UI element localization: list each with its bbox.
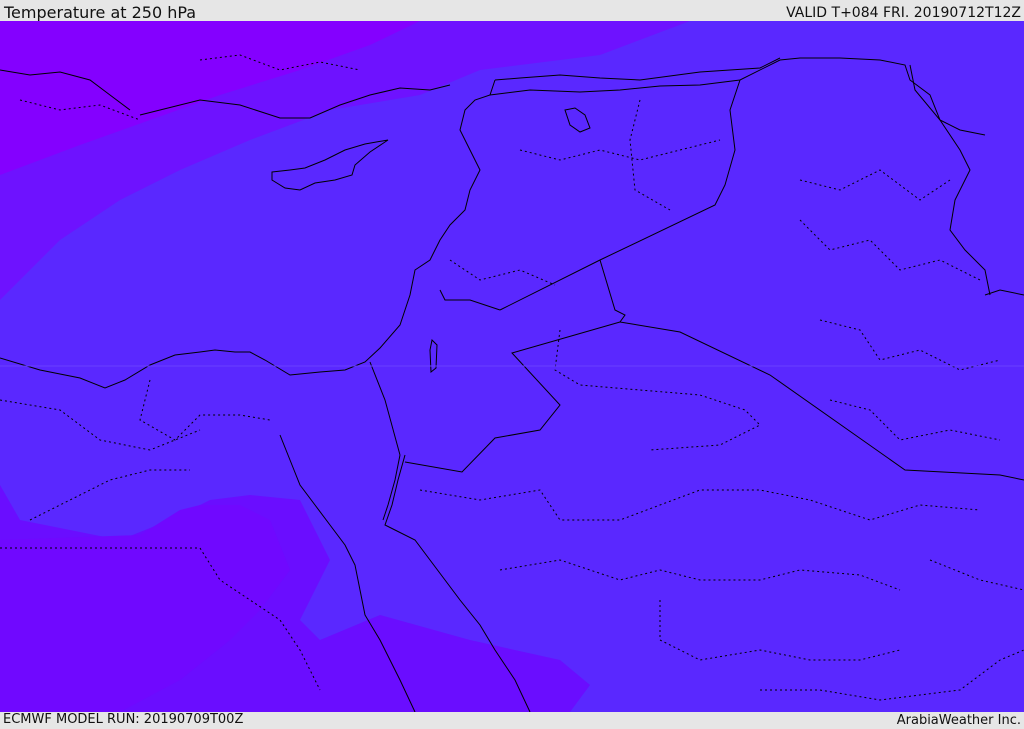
title-bar: Temperature at 250 hPa VALID T+084 FRI. … [0,0,1024,22]
model-run: ECMWF MODEL RUN: 20190709T00Z [3,712,244,727]
valid-time: VALID T+084 FRI. 20190712T12Z [786,5,1021,21]
credit: ArabiaWeather Inc. [896,713,1021,728]
map-title: Temperature at 250 hPa [4,3,197,22]
footer-bar: ECMWF MODEL RUN: 20190709T00Z ArabiaWeat… [0,712,1024,729]
temperature-map [0,21,1024,712]
